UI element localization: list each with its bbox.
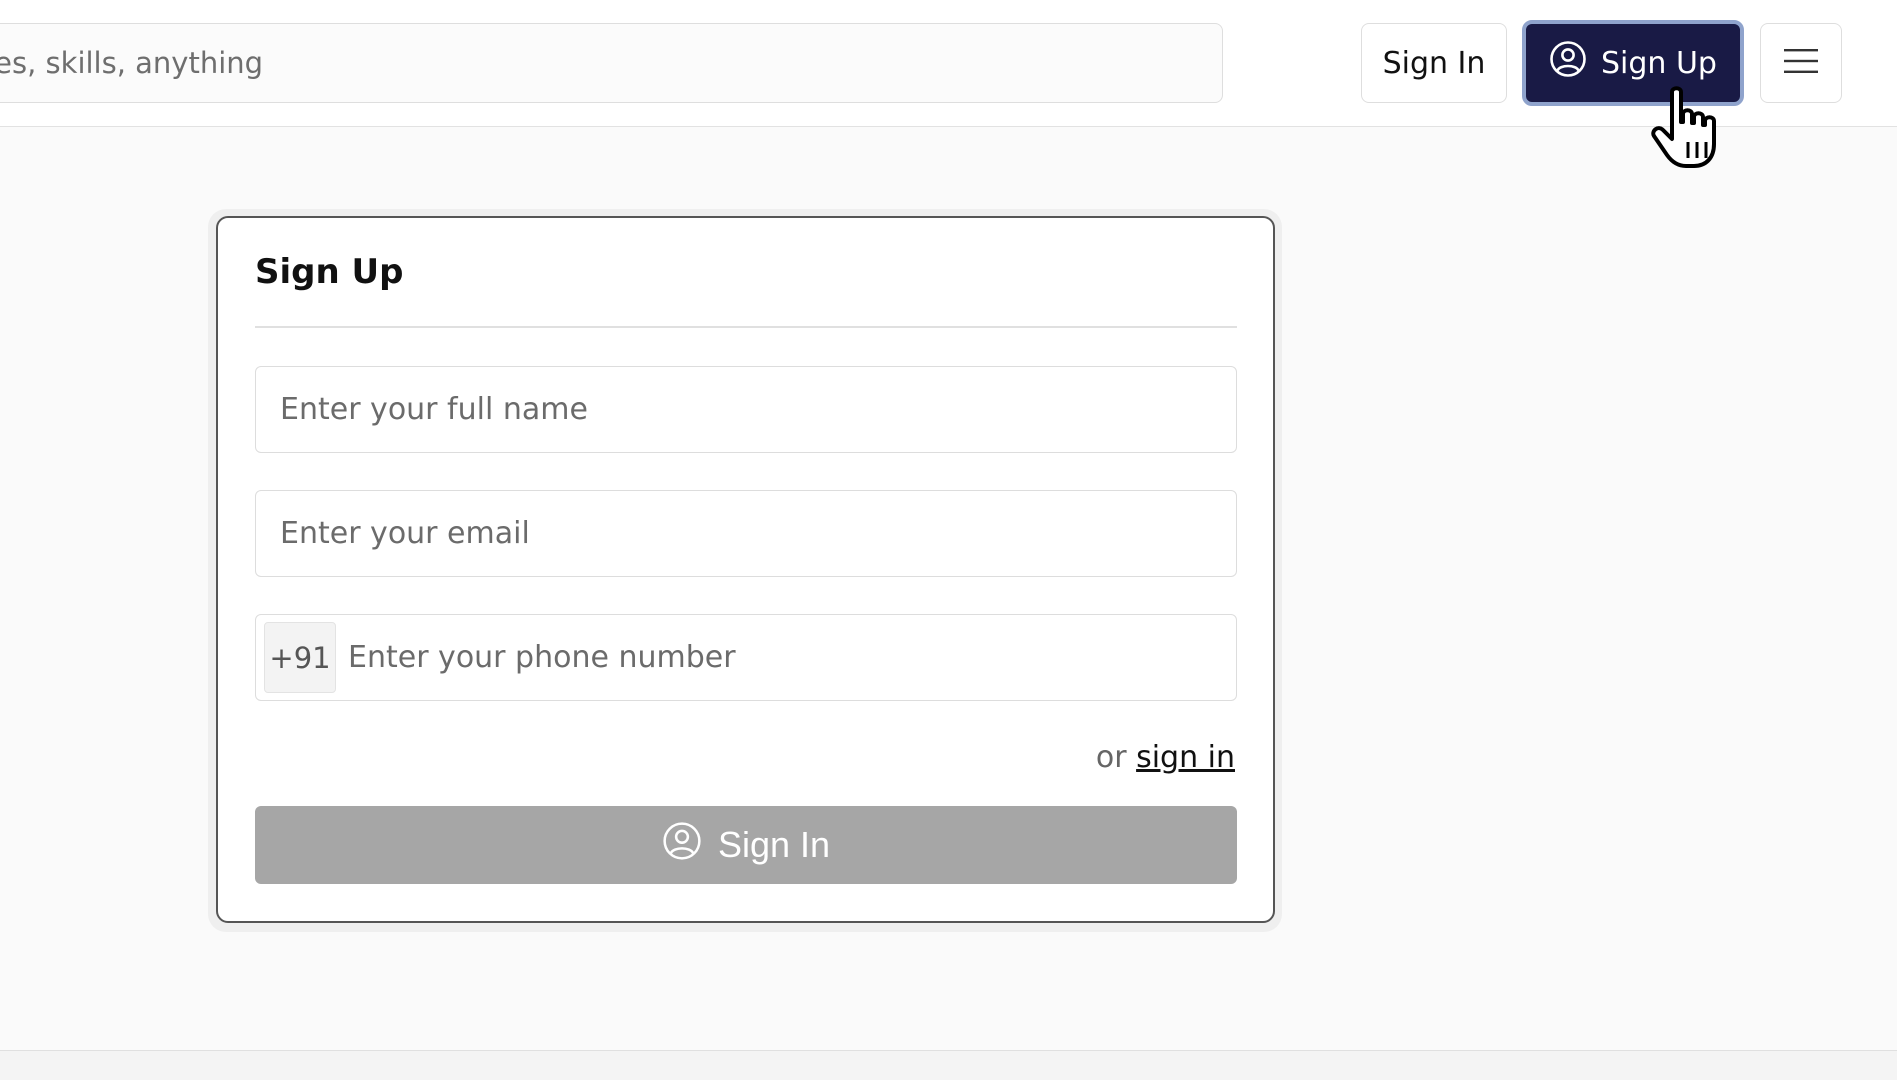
header-sign-in-button[interactable]: Sign In xyxy=(1361,23,1507,103)
footer-edge xyxy=(0,1050,1897,1080)
email-input[interactable] xyxy=(256,491,1236,576)
full-name-field[interactable] xyxy=(255,366,1237,453)
search-bar[interactable] xyxy=(0,23,1223,103)
alternate-action-prefix: or xyxy=(1095,740,1127,775)
top-header: Sign In Sign Up xyxy=(0,0,1897,127)
country-code-prefix: +91 xyxy=(264,622,336,693)
search-input[interactable] xyxy=(0,24,1162,102)
full-name-input[interactable] xyxy=(256,367,1236,452)
submit-button[interactable]: Sign In xyxy=(255,806,1237,884)
user-circle-icon xyxy=(1549,40,1587,86)
phone-input[interactable] xyxy=(336,615,1236,700)
header-sign-up-button[interactable]: Sign Up xyxy=(1522,20,1744,106)
menu-button[interactable] xyxy=(1760,23,1842,103)
alternate-action: or sign in xyxy=(1096,740,1235,775)
card-title: Sign Up xyxy=(255,252,404,292)
hamburger-icon xyxy=(1782,46,1820,80)
email-field[interactable] xyxy=(255,490,1237,577)
sign-up-card: Sign Up +91 or sign in Sign In xyxy=(216,216,1275,923)
header-sign-up-label: Sign Up xyxy=(1601,45,1717,81)
divider xyxy=(255,326,1237,328)
header-sign-in-label: Sign In xyxy=(1382,45,1486,81)
user-circle-icon xyxy=(662,821,702,870)
phone-field[interactable]: +91 xyxy=(255,614,1237,701)
submit-button-label: Sign In xyxy=(717,824,831,865)
sign-in-link[interactable]: sign in xyxy=(1136,740,1235,775)
